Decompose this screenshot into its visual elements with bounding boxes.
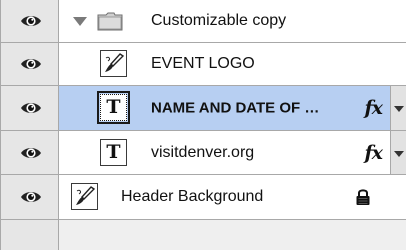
layer-thumbnail bbox=[100, 50, 127, 77]
brush-thumbnail-icon bbox=[105, 53, 125, 72]
lock-icon bbox=[356, 189, 370, 205]
effects-expand-button[interactable] bbox=[390, 131, 406, 174]
eye-icon bbox=[21, 147, 41, 158]
visibility-toggle[interactable] bbox=[1, 131, 59, 174]
layer-row-name-and-date[interactable]: T NAME AND DATE OF … fx bbox=[1, 86, 406, 131]
visibility-toggle[interactable] bbox=[1, 0, 59, 42]
folder-icon bbox=[97, 12, 123, 31]
eye-icon bbox=[21, 59, 41, 69]
layer-row-partial bbox=[1, 219, 406, 250]
layer-name: Customizable copy bbox=[151, 12, 287, 29]
visibility-toggle[interactable] bbox=[1, 43, 59, 85]
layers-panel: Customizable copy EVENT LOGO T NAME AND … bbox=[0, 0, 406, 250]
chevron-down-icon bbox=[394, 106, 404, 112]
layer-name: EVENT LOGO bbox=[151, 55, 255, 72]
layer-row-header-background[interactable]: Header Background bbox=[1, 175, 406, 219]
layer-row-customizable-copy[interactable]: Customizable copy bbox=[1, 0, 406, 43]
chevron-down-icon bbox=[394, 150, 404, 157]
expand-triangle-icon[interactable] bbox=[73, 17, 87, 26]
eye-icon bbox=[21, 16, 41, 26]
layer-content[interactable]: EVENT LOGO bbox=[59, 43, 406, 85]
effects-expand-button[interactable] bbox=[390, 86, 406, 130]
layer-content[interactable]: T NAME AND DATE OF … fx bbox=[59, 86, 406, 130]
eye-icon bbox=[21, 103, 41, 113]
text-layer-thumbnail: T bbox=[97, 91, 130, 124]
fx-icon[interactable]: fx bbox=[364, 142, 382, 164]
fx-icon[interactable]: fx bbox=[364, 97, 382, 119]
layer-name: NAME AND DATE OF … bbox=[151, 99, 320, 117]
layer-row-visitdenver[interactable]: T visitdenver.org fx bbox=[1, 131, 406, 175]
visibility-toggle[interactable] bbox=[1, 86, 59, 130]
eye-icon bbox=[21, 192, 41, 202]
layer-name: visitdenver.org bbox=[151, 143, 255, 161]
text-layer-thumbnail: T bbox=[100, 138, 127, 166]
layer-name: Header Background bbox=[121, 188, 264, 205]
layer-content[interactable]: Header Background bbox=[59, 175, 406, 219]
brush-thumbnail-icon bbox=[76, 186, 96, 205]
visibility-toggle[interactable] bbox=[1, 175, 59, 219]
layer-thumbnail bbox=[71, 183, 98, 210]
layer-row-event-logo[interactable]: EVENT LOGO bbox=[1, 43, 406, 86]
layer-content bbox=[59, 220, 406, 250]
visibility-toggle[interactable] bbox=[1, 220, 59, 250]
layer-content[interactable]: T visitdenver.org fx bbox=[59, 131, 406, 174]
layer-content[interactable]: Customizable copy bbox=[59, 0, 406, 42]
